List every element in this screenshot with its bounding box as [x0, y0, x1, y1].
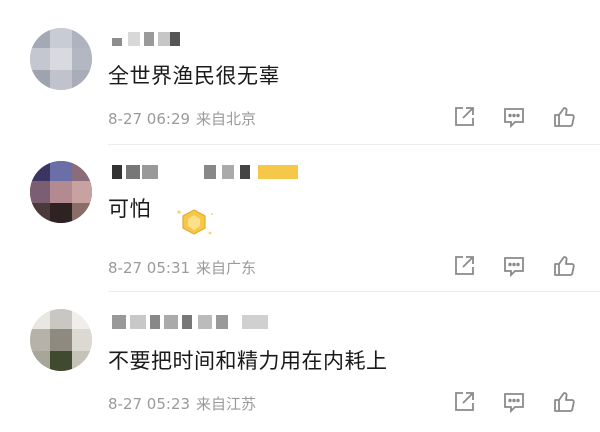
thumbs-up-icon[interactable] [552, 105, 578, 129]
comment-location: 来自江苏 [196, 395, 257, 413]
comment-meta: 8-27 05:23 来自江苏 [108, 393, 256, 414]
comment-item: 全世界渔民很无辜 8-27 06:29 来自北京 [0, 0, 600, 145]
comment-actions [438, 105, 578, 129]
thumbs-up-icon[interactable] [552, 390, 578, 414]
badge-icon [172, 203, 216, 245]
comment-text: 可怕 [108, 197, 151, 221]
username-blurred[interactable] [112, 165, 302, 179]
comment-location: 来自广东 [196, 259, 257, 277]
avatar[interactable] [30, 161, 92, 223]
comment-icon[interactable] [502, 254, 528, 278]
comment-item: 不要把时间和精力用在内耗上 8-27 05:23 来自江苏 [0, 292, 600, 432]
thumbs-up-icon[interactable] [552, 254, 578, 278]
username-blurred[interactable] [112, 315, 272, 329]
comment-icon[interactable] [502, 105, 528, 129]
comment-icon[interactable] [502, 390, 528, 414]
username-blurred[interactable] [112, 32, 182, 46]
comment-location: 来自北京 [196, 110, 257, 128]
share-icon[interactable] [452, 254, 478, 278]
comment-actions [438, 254, 578, 278]
comment-time: 8-27 05:31 [108, 259, 191, 277]
comment-text: 不要把时间和精力用在内耗上 [108, 349, 388, 373]
share-icon[interactable] [452, 105, 478, 129]
comment-item: 可怕 8-27 05:31 来自广东 [0, 145, 600, 292]
comment-meta: 8-27 06:29 来自北京 [108, 108, 256, 129]
comment-actions [438, 390, 578, 414]
comment-text: 全世界渔民很无辜 [108, 64, 280, 88]
avatar[interactable] [30, 28, 92, 90]
comment-time: 8-27 05:23 [108, 395, 191, 413]
comment-meta: 8-27 05:31 来自广东 [108, 257, 256, 278]
avatar[interactable] [30, 309, 92, 371]
comment-time: 8-27 06:29 [108, 110, 191, 128]
share-icon[interactable] [452, 390, 478, 414]
